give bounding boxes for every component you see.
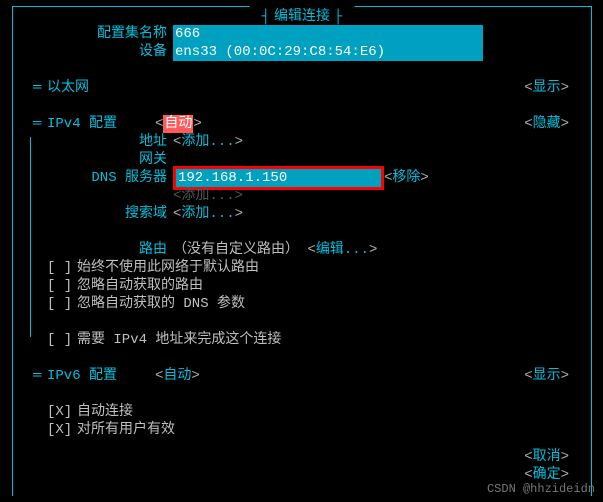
device-input[interactable]: ens33 (00:0C:29:C8:54:E6) (173, 43, 483, 61)
ipv4-marker: ═ (33, 115, 41, 133)
ipv4-nodefault-checkbox[interactable]: [ ] (47, 259, 77, 277)
ipv6-marker: ═ (33, 367, 41, 385)
profile-name-label: 配置集名称 (21, 25, 173, 43)
ipv4-route-text: （没有自定义路由） (173, 241, 299, 259)
ipv4-dns-remove-button[interactable]: 移除 (392, 169, 420, 187)
ipv4-ignoredns-label: 忽略自动获取的 DNS 参数 (77, 295, 245, 313)
dialog-title: ┤编辑连接├ (250, 5, 355, 25)
ipv6-mode-select[interactable]: 自动 (163, 367, 191, 385)
ipv4-nodefault-label: 始终不使用此网络于默认路由 (77, 259, 259, 277)
ok-button[interactable]: <确定> (524, 467, 569, 483)
profile-name-input[interactable]: 666 (173, 25, 483, 43)
ipv4-ignoreroutes-label: 忽略自动获取的路由 (77, 277, 203, 295)
ethernet-marker: ═ (33, 79, 41, 97)
ipv4-addr-add-button[interactable]: 添加... (181, 133, 234, 151)
ipv4-hide-button[interactable]: <隐藏> (524, 115, 569, 133)
ipv4-dns-add-button[interactable]: <添加...> (173, 187, 243, 205)
ethernet-show-button[interactable]: <显示> (524, 79, 569, 97)
ipv4-route-edit-button[interactable]: 编辑... (316, 241, 369, 259)
allusers-label: 对所有用户有效 (77, 421, 175, 439)
ipv4-require-checkbox[interactable]: [ ] (47, 331, 77, 349)
ipv4-ignoredns-checkbox[interactable]: [ ] (47, 295, 77, 313)
ipv4-search-label: 搜索域 (21, 205, 173, 223)
ipv4-dns-input[interactable]: 192.168.1.150 (176, 169, 381, 187)
ipv6-show-button[interactable]: <显示> (524, 367, 569, 385)
device-label: 设备 (21, 43, 173, 61)
allusers-checkbox[interactable]: [X] (47, 421, 77, 439)
watermark: CSDN @hhzideidn (487, 482, 595, 496)
ipv4-route-label: 路由 (21, 241, 173, 259)
ipv4-gateway-label: 网关 (21, 151, 173, 169)
cancel-button[interactable]: <取消> (524, 449, 569, 465)
autoconnect-checkbox[interactable]: [X] (47, 403, 77, 421)
ipv4-search-add-button[interactable]: 添加... (181, 205, 234, 223)
autoconnect-label: 自动连接 (77, 403, 133, 421)
ipv4-require-label: 需要 IPv4 地址来完成这个连接 (77, 331, 281, 349)
ipv4-ignoreroutes-checkbox[interactable]: [ ] (47, 277, 77, 295)
ethernet-section: 以太网 (21, 79, 89, 97)
ipv4-dns-label: DNS 服务器 (21, 169, 173, 187)
ipv4-mode-select[interactable]: 自动 (163, 115, 193, 133)
ipv4-addr-label: 地址 (21, 133, 173, 151)
